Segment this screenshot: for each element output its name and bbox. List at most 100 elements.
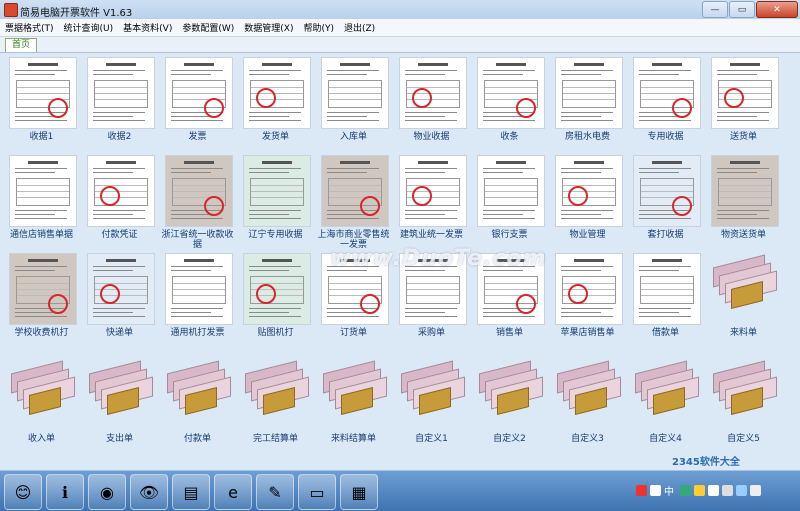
taskbar-info-icon[interactable]: ℹ bbox=[46, 474, 84, 510]
tray-volume-icon[interactable] bbox=[694, 485, 705, 496]
menu-exit[interactable]: 退出(Z) bbox=[339, 21, 380, 34]
menu-help[interactable]: 帮助(Y) bbox=[298, 21, 339, 34]
template-tile[interactable]: 银行支票 bbox=[471, 155, 548, 255]
template-thumbnail bbox=[87, 57, 155, 129]
template-label: 套打收据 bbox=[647, 230, 684, 240]
template-label: 支出单 bbox=[105, 434, 133, 444]
template-label: 贴图机打 bbox=[257, 328, 294, 338]
template-tile[interactable]: 来料结算单 bbox=[315, 359, 392, 459]
template-tile[interactable]: 来料单 bbox=[705, 253, 782, 353]
template-tile[interactable]: 自定义3 bbox=[549, 359, 626, 459]
template-tile[interactable]: 付款凭证 bbox=[81, 155, 158, 255]
template-tile[interactable]: 套打收据 bbox=[627, 155, 704, 255]
template-label: 来料单 bbox=[729, 328, 757, 338]
template-label: 学校收费机打 bbox=[14, 328, 69, 338]
menu-basic-data[interactable]: 基本资料(V) bbox=[118, 21, 177, 34]
template-tile[interactable]: 收据2 bbox=[81, 57, 158, 157]
template-label: 销售单 bbox=[495, 328, 523, 338]
template-tile[interactable]: 物业管理 bbox=[549, 155, 626, 255]
tray-ime-icon[interactable] bbox=[650, 485, 661, 496]
close-button[interactable]: ✕ bbox=[756, 1, 798, 18]
taskbar-pdf-icon[interactable]: ◉ bbox=[88, 474, 126, 510]
template-thumbnail bbox=[87, 155, 155, 227]
template-tile[interactable]: 入库单 bbox=[315, 57, 392, 157]
template-thumbnail bbox=[711, 155, 779, 227]
template-label: 收条 bbox=[500, 132, 519, 142]
template-tile[interactable]: 借款单 bbox=[627, 253, 704, 353]
template-thumbnail bbox=[555, 253, 623, 325]
template-tile[interactable]: 通用机打发票 bbox=[159, 253, 236, 353]
template-thumbnail bbox=[477, 155, 545, 227]
tray-flag-icon[interactable] bbox=[750, 485, 761, 496]
menu-data-management[interactable]: 数据管理(X) bbox=[239, 21, 298, 34]
app-icon bbox=[4, 3, 18, 17]
tray-network-icon[interactable] bbox=[680, 485, 691, 496]
template-thumbnail bbox=[399, 57, 467, 129]
taskbar-invoice-app-icon[interactable]: ▦ bbox=[340, 474, 378, 510]
tray-settings-icon[interactable] bbox=[722, 485, 733, 496]
taskbar-image-icon[interactable]: ✎ bbox=[256, 474, 294, 510]
tray-keyboard-icon[interactable] bbox=[708, 485, 719, 496]
template-tile[interactable]: 发票 bbox=[159, 57, 236, 157]
menu-settings[interactable]: 参数配置(W) bbox=[177, 21, 239, 34]
template-tile[interactable]: 收入单 bbox=[3, 359, 80, 459]
template-tile[interactable]: 收条 bbox=[471, 57, 548, 157]
template-tile[interactable]: 建筑业统一发票 bbox=[393, 155, 470, 255]
template-tile[interactable]: 学校收费机打 bbox=[3, 253, 80, 353]
template-tile[interactable]: 贴图机打 bbox=[237, 253, 314, 353]
template-label: 物业管理 bbox=[569, 230, 606, 240]
template-tile[interactable]: 房租水电费 bbox=[549, 57, 626, 157]
template-label: 物业收据 bbox=[413, 132, 450, 142]
menu-ticket-format[interactable]: 票据格式(T) bbox=[0, 21, 59, 34]
template-label: 来料结算单 bbox=[330, 434, 376, 444]
template-tile[interactable]: 专用收据 bbox=[627, 57, 704, 157]
taskbar-folder-icon[interactable]: ▤ bbox=[172, 474, 210, 510]
paper-stack-icon bbox=[11, 360, 75, 417]
taskbar-eye-icon[interactable]: 👁 bbox=[130, 474, 168, 510]
template-tile[interactable]: 苹果店销售单 bbox=[549, 253, 626, 353]
taskbar-browser-icon[interactable]: e bbox=[214, 474, 252, 510]
paper-stack-icon bbox=[89, 360, 153, 417]
template-tile[interactable]: 物资送货单 bbox=[705, 155, 782, 255]
tray-sogou-icon[interactable] bbox=[636, 485, 647, 496]
template-tile[interactable]: 自定义4 bbox=[627, 359, 704, 459]
taskbar-app-1-icon[interactable]: 😊 bbox=[4, 474, 42, 510]
maximize-button[interactable]: ▭ bbox=[729, 1, 755, 18]
menu-bar: 票据格式(T) 统计查询(U) 基本资料(V) 参数配置(W) 数据管理(X) … bbox=[0, 19, 800, 37]
template-tile[interactable]: 自定义5 bbox=[705, 359, 782, 459]
tray-ime-label[interactable]: 中 bbox=[664, 483, 674, 498]
template-tile[interactable]: 付款单 bbox=[159, 359, 236, 459]
template-tile[interactable]: 浙江省统一收款收据 bbox=[159, 155, 236, 255]
minimize-button[interactable]: — bbox=[702, 1, 728, 18]
template-label: 收入单 bbox=[27, 434, 55, 444]
template-tile[interactable]: 完工结算单 bbox=[237, 359, 314, 459]
template-tile[interactable]: 上海市商业零售统一发票 bbox=[315, 155, 392, 255]
template-tile[interactable]: 自定义1 bbox=[393, 359, 470, 459]
template-thumbnail bbox=[243, 155, 311, 227]
template-tile[interactable]: 通信店销售单据 bbox=[3, 155, 80, 255]
template-label: 快递单 bbox=[105, 328, 133, 338]
template-tile[interactable]: 物业收据 bbox=[393, 57, 470, 157]
window-title: 简易电脑开票软件 V1.63 bbox=[20, 8, 133, 19]
template-tile[interactable]: 发货单 bbox=[237, 57, 314, 157]
template-label: 自定义2 bbox=[493, 434, 526, 444]
template-tile[interactable]: 辽宁专用收据 bbox=[237, 155, 314, 255]
template-tile[interactable]: 送货单 bbox=[705, 57, 782, 157]
template-thumbnail bbox=[399, 155, 467, 227]
template-label: 送货单 bbox=[729, 132, 757, 142]
taskbar-notepad-icon[interactable]: ▭ bbox=[298, 474, 336, 510]
template-label: 借款单 bbox=[651, 328, 679, 338]
template-label: 自定义4 bbox=[649, 434, 682, 444]
menu-statistics[interactable]: 统计查询(U) bbox=[59, 21, 119, 34]
template-thumbnail bbox=[477, 57, 545, 129]
template-thumbnail bbox=[9, 155, 77, 227]
template-thumbnail bbox=[87, 253, 155, 325]
template-tile[interactable]: 支出单 bbox=[81, 359, 158, 459]
template-tile[interactable]: 收据1 bbox=[3, 57, 80, 157]
template-thumbnail bbox=[9, 253, 77, 325]
template-tile[interactable]: 自定义2 bbox=[471, 359, 548, 459]
tray-clock-icon[interactable] bbox=[736, 485, 747, 496]
tab-home[interactable]: 首页 bbox=[5, 38, 38, 52]
template-label: 自定义3 bbox=[571, 434, 604, 444]
template-tile[interactable]: 快递单 bbox=[81, 253, 158, 353]
